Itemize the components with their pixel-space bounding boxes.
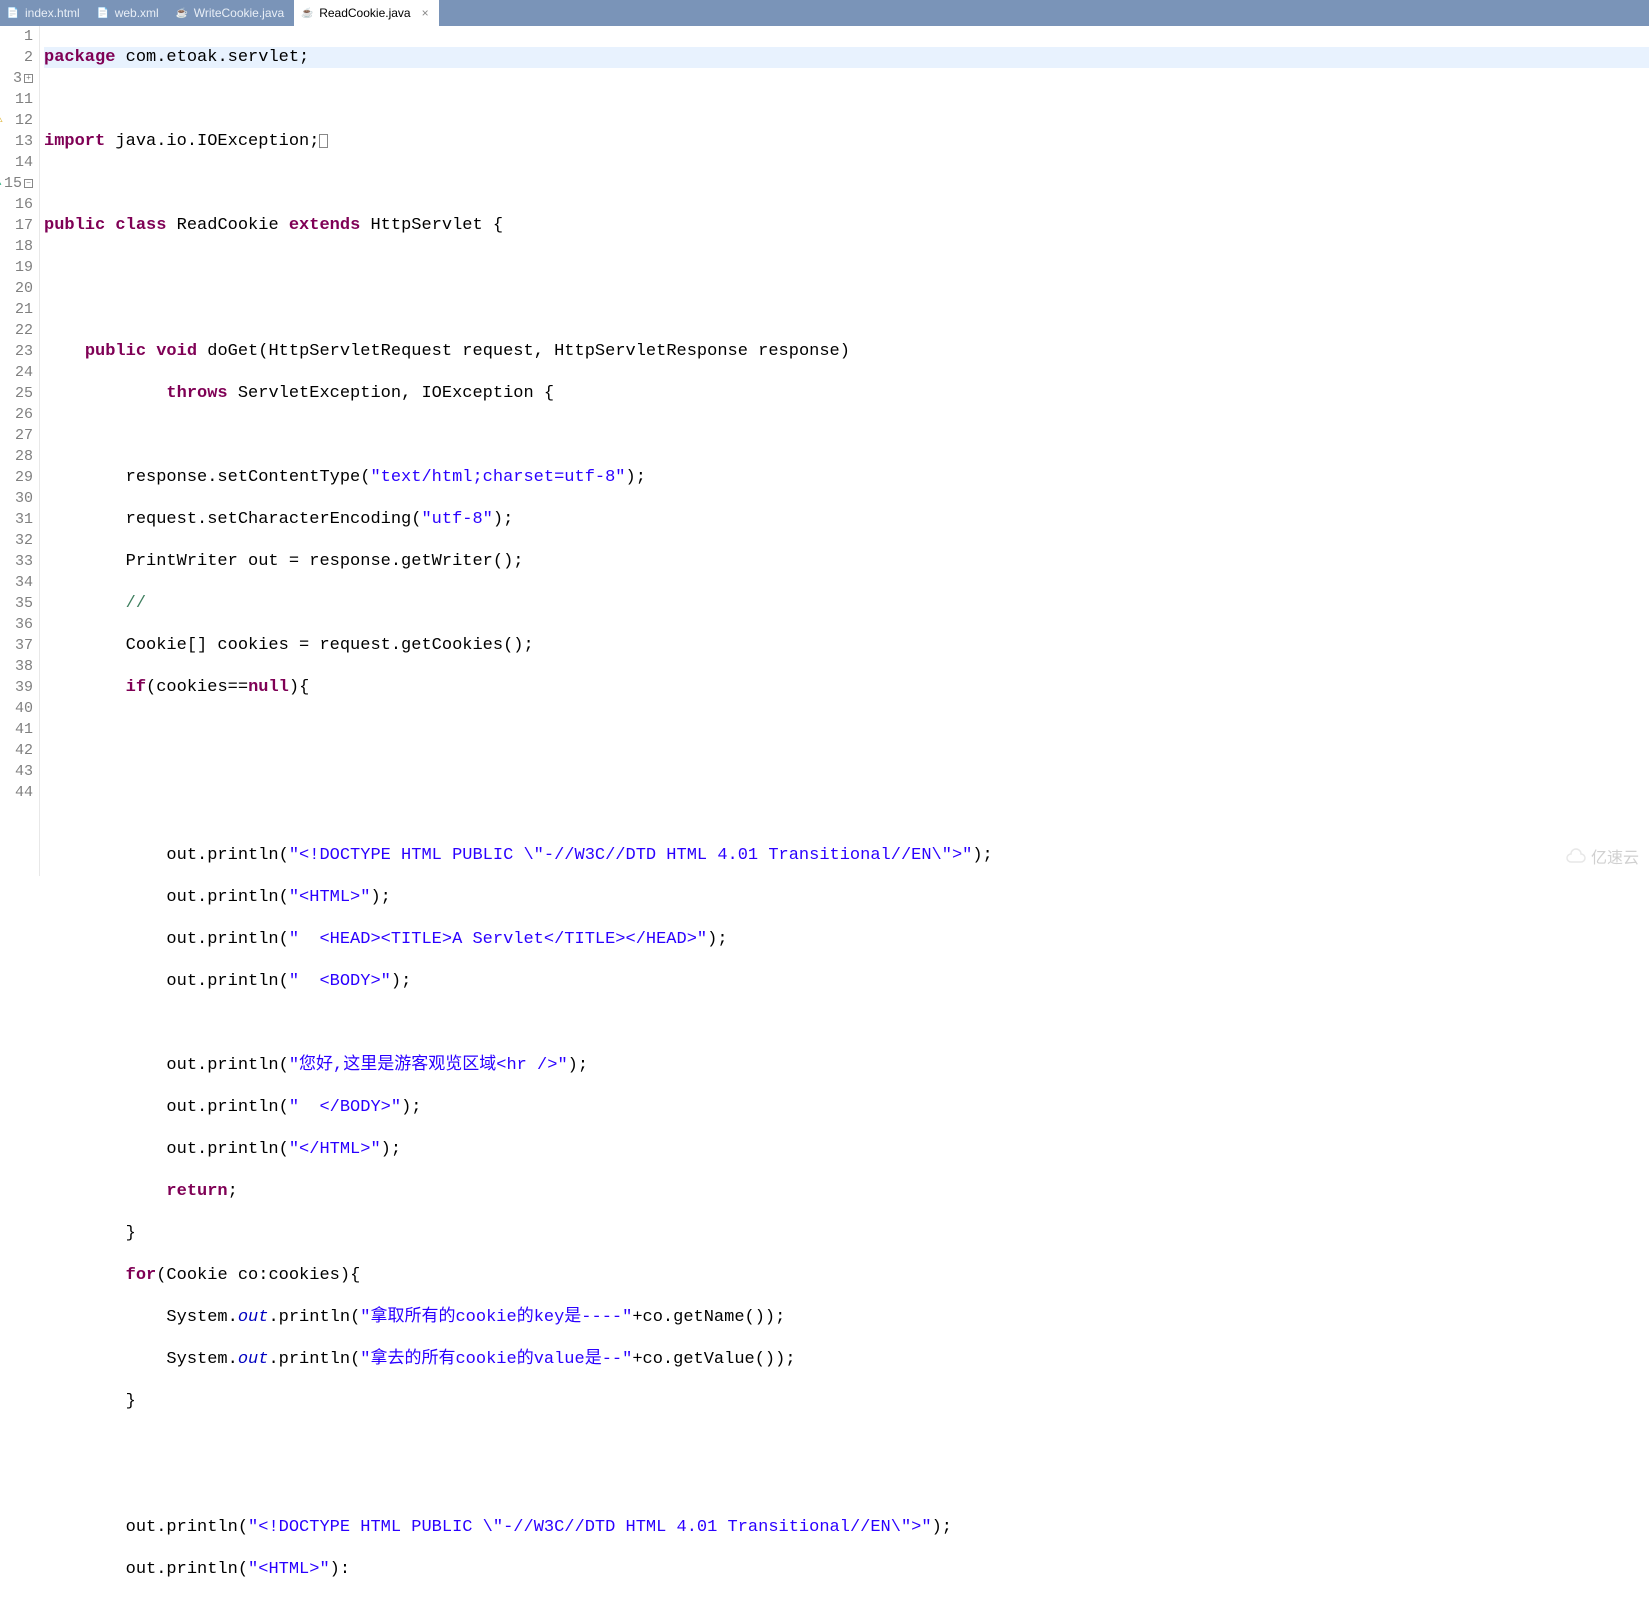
folded-marker-icon[interactable] [319,134,328,148]
tab-readcookie-java[interactable]: ☕ ReadCookie.java × [294,0,438,26]
code-line [44,1433,1649,1454]
line-number: 3+ [0,68,33,89]
code-line: import java.io.IOException; [44,131,1649,152]
html-file-icon: 📄 [6,6,20,20]
line-number: 39 [0,677,33,698]
code-line: return; [44,1181,1649,1202]
line-number: 27 [0,425,33,446]
line-number: 2 [0,47,33,68]
line-number: 31 [0,509,33,530]
code-line: request.setCharacterEncoding("utf-8"); [44,509,1649,530]
line-number: 32 [0,530,33,551]
line-number: 21 [0,299,33,320]
code-line [44,173,1649,194]
code-line: out.println(" </BODY>"); [44,1097,1649,1118]
line-number: 18 [0,236,33,257]
code-line: // [44,593,1649,614]
line-number: 37 [0,635,33,656]
code-line: out.println(" <BODY>"); [44,971,1649,992]
tab-label: web.xml [115,6,159,20]
tab-web-xml[interactable]: 📄 web.xml [90,0,169,26]
line-number: 29 [0,467,33,488]
line-number: 20 [0,278,33,299]
line-number: 22 [0,320,33,341]
line-number: 24 [0,362,33,383]
code-line [44,89,1649,110]
cloud-icon [1565,848,1587,864]
line-number: 30 [0,488,33,509]
line-number: 38 [0,656,33,677]
code-line: System.out.println("拿去的所有cookie的value是--… [44,1349,1649,1370]
java-file-icon: ☕ [300,6,314,20]
code-line [44,719,1649,740]
code-line: out.println("<!DOCTYPE HTML PUBLIC \"-//… [44,1517,1649,1538]
line-number-gutter: 1 2 3+ 11 ⚠12 13 14 ▲15− 16 17 18 19 20 … [0,26,40,876]
line-number: 23 [0,341,33,362]
fold-icon[interactable]: − [24,179,33,188]
code-line [44,803,1649,824]
code-line [44,761,1649,782]
code-line: out.println("</HTML>"); [44,1139,1649,1160]
code-line: out.println("<!DOCTYPE HTML PUBLIC \"-//… [44,845,1649,866]
line-number: 26 [0,404,33,425]
code-line [44,1475,1649,1496]
code-line [44,425,1649,446]
code-line: } [44,1223,1649,1244]
line-number: 16 [0,194,33,215]
code-line: public class ReadCookie extends HttpServ… [44,215,1649,236]
line-number: 19 [0,257,33,278]
line-number: 42 [0,740,33,761]
xml-file-icon: 📄 [96,6,110,20]
tab-writecookie-java[interactable]: ☕ WriteCookie.java [169,0,294,26]
fold-icon[interactable]: + [24,74,33,83]
code-line: out.println("<HTML>"); [44,887,1649,908]
line-number: 1 [0,26,33,47]
code-line: System.out.println("拿取所有的cookie的key是----… [44,1307,1649,1328]
code-editor[interactable]: 1 2 3+ 11 ⚠12 13 14 ▲15− 16 17 18 19 20 … [0,26,1649,876]
code-line: out.println("<HTML>"): [44,1559,1649,1580]
line-number: 28 [0,446,33,467]
line-number: 25 [0,383,33,404]
code-line: throws ServletException, IOException { [44,383,1649,404]
warning-marker-icon: ⚠ [0,110,3,131]
line-number: 41 [0,719,33,740]
code-line: PrintWriter out = response.getWriter(); [44,551,1649,572]
code-line [44,299,1649,320]
code-line [44,257,1649,278]
code-line: public void doGet(HttpServletRequest req… [44,341,1649,362]
line-number: 14 [0,152,33,173]
tab-label: index.html [25,6,80,20]
line-number: 40 [0,698,33,719]
editor-tab-bar: 📄 index.html 📄 web.xml ☕ WriteCookie.jav… [0,0,1649,26]
line-number: 35 [0,593,33,614]
code-line: out.println("您好,这里是游客观览区域<hr />"); [44,1055,1649,1076]
code-line [44,1013,1649,1034]
java-file-icon: ☕ [175,6,189,20]
watermark: 亿速云 [1565,844,1639,868]
line-number: 11 [0,89,33,110]
line-number: ▲15− [0,173,33,194]
code-line: response.setContentType("text/html;chars… [44,467,1649,488]
tab-label: WriteCookie.java [194,6,284,20]
watermark-text: 亿速云 [1591,844,1639,868]
code-line: } [44,1391,1649,1412]
tab-index-html[interactable]: 📄 index.html [0,0,90,26]
line-number: 13 [0,131,33,152]
line-number: 34 [0,572,33,593]
code-line: Cookie[] cookies = request.getCookies(); [44,635,1649,656]
code-area[interactable]: package com.etoak.servlet; import java.i… [40,26,1649,876]
line-number: 44 [0,782,33,803]
code-line: for(Cookie co:cookies){ [44,1265,1649,1286]
line-number: 43 [0,761,33,782]
tab-label: ReadCookie.java [319,6,410,20]
line-number: 36 [0,614,33,635]
override-marker-icon: ▲ [0,173,1,194]
close-icon[interactable]: × [422,6,429,20]
line-number: 33 [0,551,33,572]
code-line: if(cookies==null){ [44,677,1649,698]
line-number: ⚠12 [0,110,33,131]
code-line: out.println(" <HEAD><TITLE>A Servlet</TI… [44,929,1649,950]
line-number: 17 [0,215,33,236]
code-line: package com.etoak.servlet; [44,47,1649,68]
